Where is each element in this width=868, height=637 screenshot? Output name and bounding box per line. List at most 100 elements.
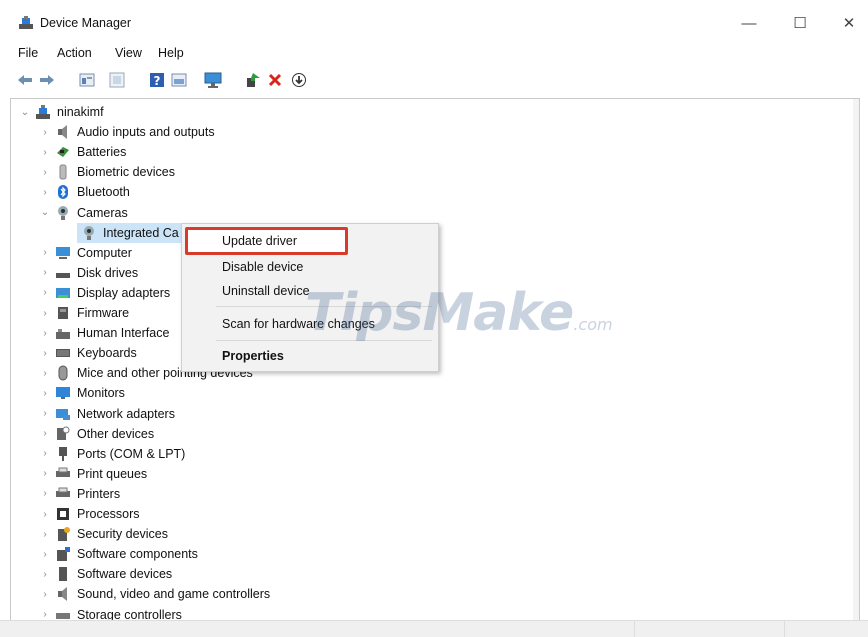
root-label: ninakimf: [57, 105, 104, 119]
tree-category[interactable]: › Security devices: [39, 524, 168, 544]
chevron-right-icon[interactable]: ›: [39, 187, 51, 198]
chevron-right-icon[interactable]: ›: [39, 328, 51, 339]
vertical-scrollbar[interactable]: [853, 99, 859, 621]
tree-label: Biometric devices: [77, 165, 175, 180]
tree-category[interactable]: › Monitors: [39, 383, 125, 403]
update-driver-icon[interactable]: [244, 71, 262, 89]
tree-category[interactable]: › Processors: [39, 504, 140, 524]
hid-icon: [56, 329, 70, 340]
update-driver-menu-item[interactable]: Update driver: [222, 234, 297, 248]
software-component-icon: [57, 547, 70, 562]
uninstall-device-menu-item[interactable]: Uninstall device: [222, 284, 310, 298]
tree-label: Firmware: [77, 306, 130, 320]
tree-category[interactable]: › Ports (COM & LPT): [39, 444, 185, 464]
context-menu: Update driver Disable device Uninstall d…: [181, 223, 439, 372]
chevron-right-icon[interactable]: ›: [39, 267, 51, 278]
printer-icon: [56, 467, 70, 477]
chevron-down-icon[interactable]: ⌄: [39, 207, 51, 218]
tree-category[interactable]: › Software devices: [39, 564, 172, 584]
chevron-down-icon[interactable]: ⌄: [19, 107, 31, 118]
tree-label: Disk drives: [77, 265, 139, 280]
chevron-right-icon[interactable]: ›: [39, 609, 51, 620]
tree-category[interactable]: › Audio inputs and outputs: [39, 122, 215, 142]
tree-category[interactable]: › Sound, video and game controllers: [39, 584, 270, 604]
chevron-right-icon[interactable]: ›: [39, 549, 51, 560]
tree-category[interactable]: › Human Interface: [39, 323, 169, 343]
tree-category[interactable]: › Printers: [39, 484, 120, 504]
chevron-right-icon[interactable]: ›: [39, 468, 51, 479]
tree-category[interactable]: › Storage controllers: [39, 605, 182, 622]
monitor-icon[interactable]: [204, 71, 222, 89]
help-icon[interactable]: ?: [148, 71, 166, 89]
scan-hardware-menu-item[interactable]: Scan for hardware changes: [222, 317, 375, 331]
device-manager-icon: [19, 16, 33, 29]
chevron-right-icon[interactable]: ›: [39, 529, 51, 540]
close-button[interactable]: ✕: [832, 10, 866, 36]
speaker-icon: [58, 587, 67, 602]
tree-label: Network adapters: [77, 406, 175, 421]
tree-label: Bluetooth: [77, 185, 130, 200]
tree-category[interactable]: › Disk drives: [39, 263, 138, 283]
chevron-right-icon[interactable]: ›: [39, 167, 51, 178]
properties-icon[interactable]: [78, 71, 96, 89]
minimize-button[interactable]: —: [732, 10, 766, 36]
status-bar: [0, 620, 868, 637]
tree-category[interactable]: ⌄ Cameras: [39, 203, 128, 223]
tree-label: Integrated Ca: [103, 225, 179, 240]
chevron-right-icon[interactable]: ›: [39, 287, 51, 298]
chevron-right-icon[interactable]: ›: [39, 247, 51, 258]
tree-category[interactable]: › Network adapters: [39, 404, 175, 424]
chevron-right-icon[interactable]: ›: [39, 368, 51, 379]
download-icon[interactable]: [290, 71, 308, 89]
window-title: Device Manager: [40, 16, 132, 30]
menu-help[interactable]: Help: [158, 46, 184, 60]
chevron-right-icon[interactable]: ›: [39, 408, 51, 419]
uninstall-x-icon[interactable]: [266, 71, 284, 89]
forward-arrow-icon[interactable]: [38, 71, 56, 89]
chevron-right-icon[interactable]: ›: [39, 388, 51, 399]
firmware-icon: [58, 307, 68, 319]
tree-root[interactable]: ⌄ ninakimf: [19, 102, 104, 122]
monitor-icon: [56, 387, 70, 400]
status-segment: [634, 621, 785, 637]
disable-device-menu-item[interactable]: Disable device: [222, 260, 303, 274]
tree-category[interactable]: › Batteries: [39, 142, 126, 162]
chevron-right-icon[interactable]: ›: [39, 428, 51, 439]
chevron-right-icon[interactable]: ›: [39, 589, 51, 600]
tree-category[interactable]: › Firmware: [39, 303, 129, 323]
show-hidden-icon[interactable]: [108, 71, 126, 89]
title-bar: Device Manager — ☐ ✕: [0, 0, 868, 42]
chevron-right-icon[interactable]: ›: [39, 147, 51, 158]
chevron-right-icon[interactable]: ›: [39, 308, 51, 319]
keyboard-icon: [56, 349, 70, 358]
tree-category[interactable]: › Keyboards: [39, 343, 136, 363]
tree-category[interactable]: › Computer: [39, 243, 132, 263]
menu-action[interactable]: Action: [57, 46, 92, 60]
chevron-right-icon[interactable]: ›: [39, 348, 51, 359]
menu-file[interactable]: File: [18, 46, 38, 60]
chevron-right-icon[interactable]: ›: [39, 127, 51, 138]
menu-view[interactable]: View: [115, 46, 142, 60]
chevron-right-icon[interactable]: ›: [39, 569, 51, 580]
tree-label: Printers: [77, 486, 121, 501]
chevron-right-icon[interactable]: ›: [39, 448, 51, 459]
tree-label: Batteries: [77, 145, 127, 160]
back-arrow-icon[interactable]: [16, 71, 34, 89]
properties-menu-item[interactable]: Properties: [222, 349, 284, 363]
maximize-button[interactable]: ☐: [783, 10, 817, 36]
chevron-right-icon[interactable]: ›: [39, 488, 51, 499]
tree-label: Display adapters: [77, 285, 171, 300]
view-icon[interactable]: [170, 71, 188, 89]
tree-category[interactable]: › Print queues: [39, 464, 147, 484]
camera-icon: [58, 205, 68, 220]
tree-category[interactable]: › Biometric devices: [39, 162, 175, 182]
tree-label: Cameras: [77, 205, 128, 220]
bluetooth-icon: [58, 185, 68, 200]
speaker-icon: [58, 125, 67, 140]
tree-label: Processors: [77, 507, 140, 521]
chevron-right-icon[interactable]: ›: [39, 509, 51, 520]
tree-category[interactable]: › Display adapters: [39, 283, 170, 303]
tree-category[interactable]: › Bluetooth: [39, 182, 130, 202]
tree-category[interactable]: › Other devices: [39, 424, 154, 444]
tree-category[interactable]: › Software components: [39, 544, 198, 564]
